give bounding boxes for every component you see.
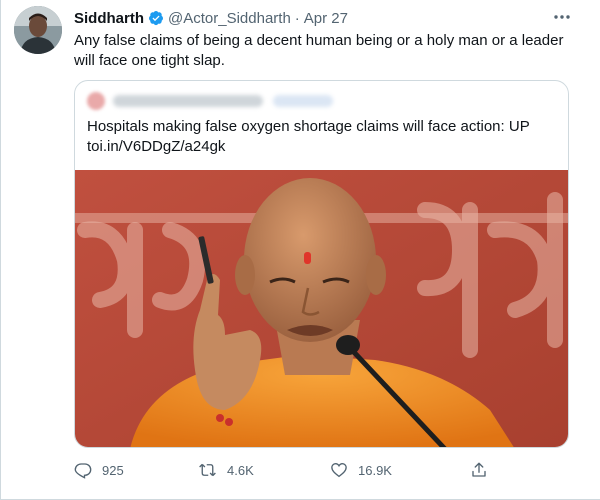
- reply-icon: [74, 463, 92, 479]
- share-button[interactable]: [470, 458, 498, 482]
- heart-icon: [331, 463, 347, 478]
- quoted-name-blurred: [113, 95, 263, 107]
- header-separator: ·: [294, 9, 300, 27]
- tweet-container[interactable]: Siddharth @Actor_Siddharth · Apr 27 Any …: [0, 0, 600, 500]
- more-options-icon[interactable]: [552, 9, 572, 25]
- quoted-tweet-header-blurred: [87, 91, 387, 111]
- retweet-icon: [199, 463, 216, 477]
- reply-count: 925: [102, 462, 124, 478]
- user-handle[interactable]: @Actor_Siddharth: [168, 10, 291, 27]
- tweet-header: Siddharth @Actor_Siddharth · Apr 27: [74, 8, 560, 28]
- tweet-date[interactable]: Apr 27: [304, 10, 348, 27]
- display-name[interactable]: Siddharth: [74, 10, 144, 27]
- tweet-action-bar: 925 4.6K 16.9K: [74, 458, 554, 482]
- like-button[interactable]: 16.9K: [330, 458, 392, 482]
- quoted-link[interactable]: toi.in/V6DDgZ/a24gk: [87, 137, 557, 157]
- quoted-tweet-photo[interactable]: [75, 170, 568, 447]
- quoted-headline: Hospitals making false oxygen shortage c…: [87, 118, 530, 135]
- tweet-text: Any false claims of being a decent human…: [74, 32, 564, 69]
- verified-badge-icon: [148, 10, 164, 26]
- retweet-button[interactable]: 4.6K: [198, 458, 254, 482]
- quoted-tweet-card[interactable]: Hospitals making false oxygen shortage c…: [74, 80, 569, 448]
- quoted-avatar-blurred: [87, 92, 105, 110]
- retweet-count: 4.6K: [227, 462, 254, 478]
- like-count: 16.9K: [358, 462, 392, 478]
- avatar[interactable]: [14, 6, 62, 54]
- quoted-tweet-text: Hospitals making false oxygen shortage c…: [87, 117, 557, 157]
- reply-button[interactable]: 925: [74, 458, 124, 482]
- share-icon: [472, 462, 486, 477]
- quoted-handle-blurred: [273, 95, 333, 107]
